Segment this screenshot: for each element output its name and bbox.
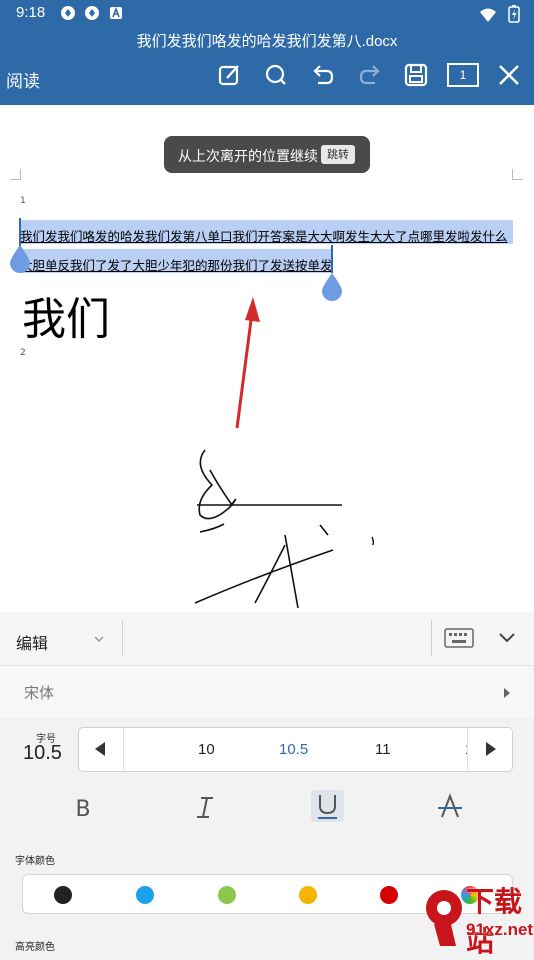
triangle-right-icon — [486, 742, 496, 756]
save-icon[interactable] — [403, 62, 429, 88]
edit-icon[interactable] — [217, 62, 243, 88]
size-option[interactable]: 10 — [198, 741, 215, 758]
font-size-value: 10.5 — [23, 742, 62, 764]
underline-icon — [318, 795, 337, 819]
status-time: 9:18 — [16, 4, 46, 21]
battery-icon — [508, 5, 520, 23]
app-notification-icon — [61, 6, 75, 20]
keyboard-icon[interactable] — [444, 628, 474, 648]
watermark-url: 91xz.net — [466, 920, 534, 939]
redo-icon[interactable] — [357, 62, 383, 88]
annotation-drawing — [194, 297, 375, 609]
page-count-icon[interactable]: 1 — [447, 63, 479, 87]
color-swatch-red[interactable] — [380, 886, 398, 904]
size-option-selected[interactable]: 10.5 — [279, 741, 308, 758]
bold-button[interactable]: B — [66, 790, 100, 824]
color-swatch-blue[interactable] — [136, 886, 154, 904]
color-swatch-green[interactable] — [218, 886, 236, 904]
color-swatch-black[interactable] — [54, 886, 72, 904]
document-canvas[interactable]: 从上次离开的位置继续 跳转 1 我们发我们咯发的哈发我们发第八单口我们开答案是大… — [0, 105, 534, 612]
search-icon[interactable] — [263, 62, 289, 88]
underline-button[interactable] — [311, 790, 344, 822]
undo-icon[interactable] — [310, 62, 336, 88]
edit-panel-header: 编辑 — [0, 612, 534, 666]
font-color-label: 字体颜色 — [15, 856, 55, 867]
divider — [431, 620, 432, 656]
highlight-color-label: 高亮颜色 — [15, 942, 55, 953]
font-family-value: 宋体 — [24, 684, 55, 702]
chevron-right-icon — [504, 688, 510, 698]
watermark-logo-icon — [426, 890, 462, 946]
read-mode-button[interactable]: 阅读 — [6, 67, 40, 92]
title-bar: 我们发我们咯发的哈发我们发第八.docx 阅读 1 — [0, 26, 534, 105]
size-option[interactable]: 11 — [375, 741, 391, 758]
close-icon[interactable] — [496, 62, 522, 88]
font-family-row[interactable]: 宋体 — [0, 666, 534, 718]
site-watermark: 下载站 91xz.net — [420, 880, 534, 958]
strikethrough-button[interactable] — [433, 790, 467, 824]
app-notification-icon — [85, 6, 99, 20]
collapse-panel-icon[interactable] — [499, 633, 515, 643]
document-title: 我们发我们咯发的哈发我们发第八.docx — [136, 33, 398, 50]
triangle-left-icon — [95, 742, 105, 756]
font-size-picker[interactable]: 10 10.5 11 1 — [78, 727, 513, 772]
size-prev-button[interactable] — [79, 728, 124, 771]
italic-button[interactable] — [188, 790, 222, 824]
svg-text:B: B — [75, 797, 90, 822]
wifi-icon — [479, 8, 496, 22]
status-right — [479, 5, 520, 27]
edit-mode-dropdown[interactable]: 编辑 — [16, 630, 48, 654]
color-swatch-yellow[interactable] — [299, 886, 317, 904]
a-notification-icon — [110, 6, 122, 19]
chevron-down-icon[interactable] — [94, 636, 104, 643]
size-next-button[interactable] — [467, 728, 512, 771]
divider — [122, 620, 123, 656]
status-bar: 9:18 — [0, 0, 534, 26]
